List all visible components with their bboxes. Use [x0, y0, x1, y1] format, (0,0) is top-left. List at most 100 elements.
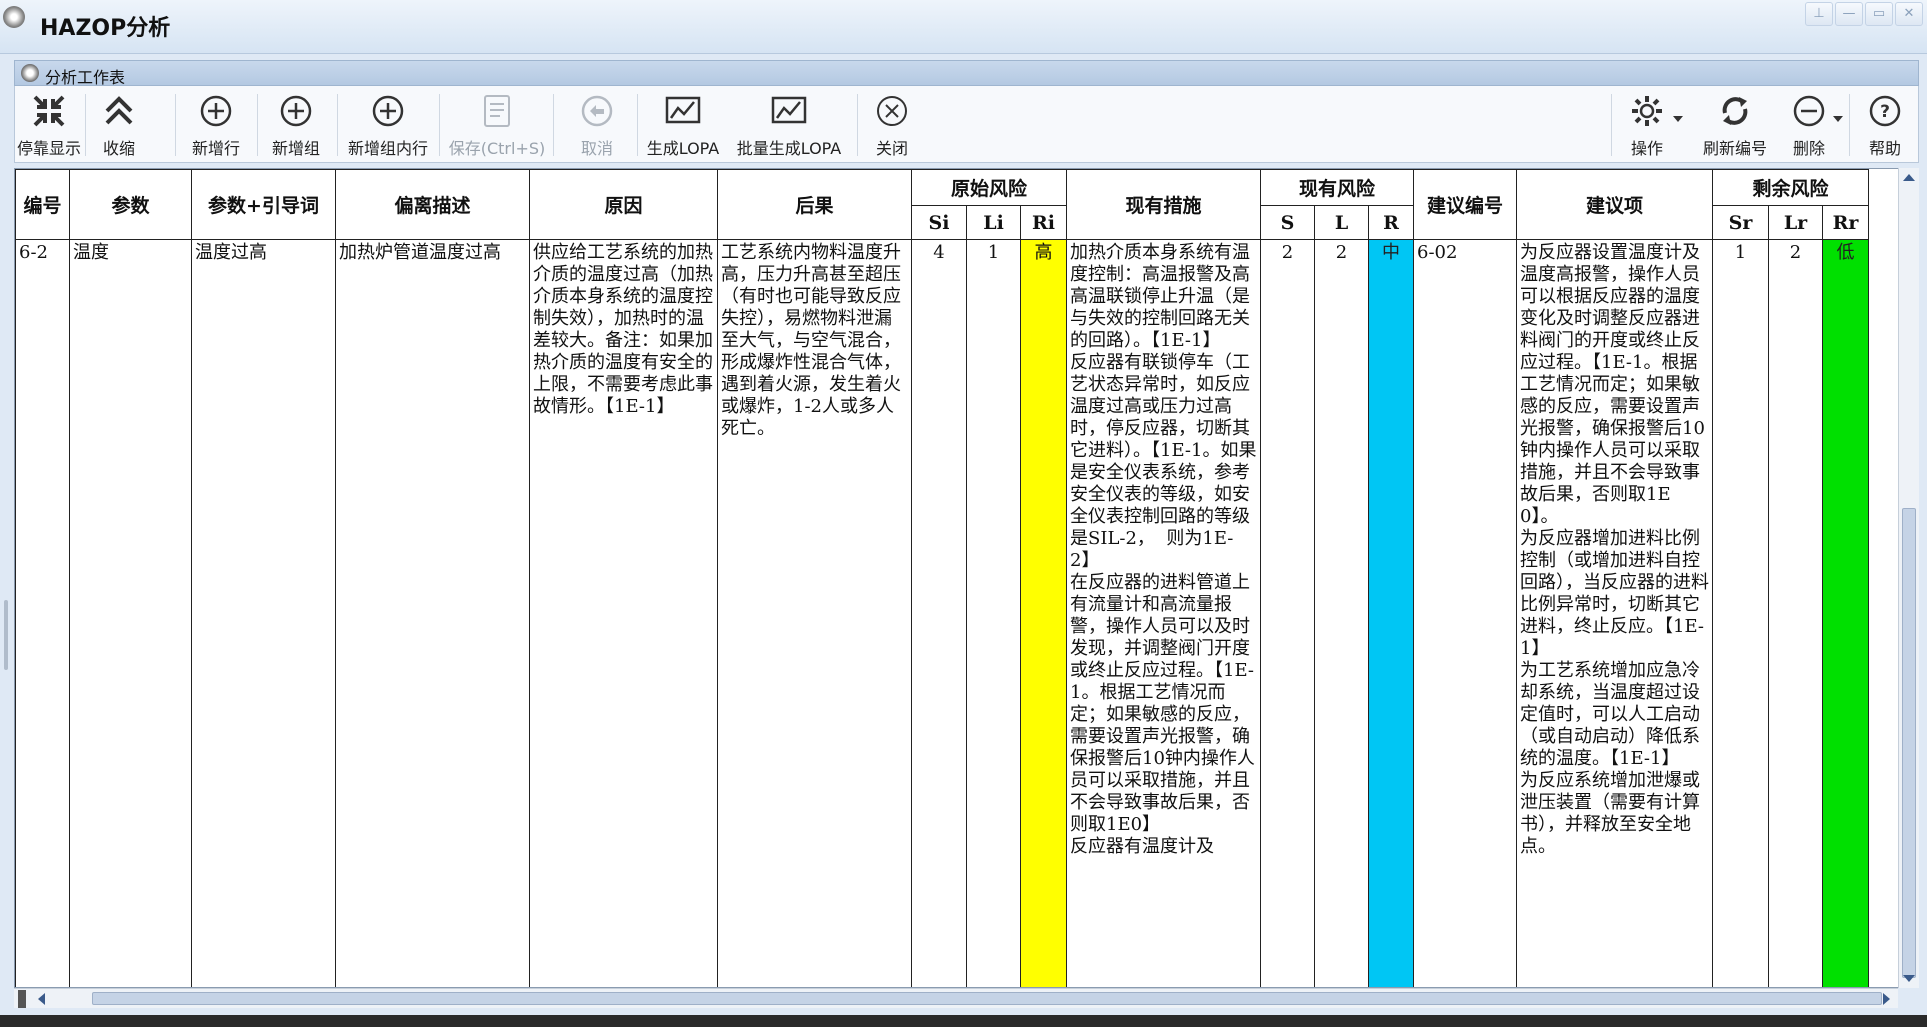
- refresh-number-label: 刷新编号: [1702, 139, 1767, 158]
- col-header-deviation[interactable]: 偏离描述: [335, 169, 530, 240]
- analysis-worksheet-grid: 编号 参数 参数+引导词 偏离描述 原因 后果 原始风险 现有措施 现有风险 建…: [14, 168, 1919, 988]
- save-document-icon: [475, 88, 519, 134]
- generate-lopa-label: 生成LOPA: [646, 139, 720, 158]
- cell-l[interactable]: 2: [1314, 239, 1369, 987]
- line-chart-icon: [767, 88, 811, 134]
- taskbar-strip: [0, 1015, 1927, 1027]
- col-header-filler: [1868, 169, 1897, 240]
- cell-num[interactable]: 6-2: [15, 239, 70, 987]
- collapse-button[interactable]: 收缩: [87, 88, 151, 160]
- cell-s[interactable]: 2: [1260, 239, 1315, 987]
- cell-measures[interactable]: 加热介质本身系统有温度控制：高温报警及高高温联锁停止升温（是与失效的控制回路无关…: [1066, 239, 1261, 987]
- horizontal-scrollbar[interactable]: [14, 988, 1898, 1008]
- splitter-handle[interactable]: [4, 600, 8, 670]
- plus-circle-icon: [366, 88, 410, 134]
- toolbar-separator: [85, 94, 86, 156]
- col-header-lr[interactable]: Lr: [1768, 205, 1823, 240]
- scroll-grip: [18, 990, 26, 1008]
- close-button[interactable]: 关闭: [863, 88, 921, 160]
- toolbar-separator: [857, 94, 858, 156]
- cell-ri-risk-badge[interactable]: 高: [1020, 239, 1067, 987]
- chevron-down-icon[interactable]: [1673, 116, 1683, 122]
- col-header-param[interactable]: 参数: [69, 169, 192, 240]
- cell-li[interactable]: 1: [966, 239, 1021, 987]
- cell-suggestion-num[interactable]: 6-02: [1413, 239, 1517, 987]
- cell-param[interactable]: 温度: [69, 239, 192, 987]
- col-header-measures[interactable]: 现有措施: [1066, 169, 1261, 240]
- add-row-button[interactable]: 新增行: [183, 88, 249, 160]
- delete-label: 删除: [1792, 139, 1825, 158]
- cell-rr-risk-badge[interactable]: 低: [1822, 239, 1869, 987]
- col-header-rr[interactable]: Rr: [1822, 205, 1869, 240]
- toolbar-separator: [1849, 94, 1850, 156]
- col-header-s[interactable]: S: [1260, 205, 1315, 240]
- toolbar-separator: [175, 94, 176, 156]
- cell-cause[interactable]: 供应给工艺系统的加热介质的温度过高（加热介质本身系统的温度控制失效），加热时的温…: [529, 239, 718, 987]
- hazop-table: 编号 参数 参数+引导词 偏离描述 原因 后果 原始风险 现有措施 现有风险 建…: [15, 169, 1897, 988]
- col-header-li[interactable]: Li: [966, 205, 1021, 240]
- cell-consequence[interactable]: 工艺系统内物料温度升高，压力升高甚至超压（有时也可能导致反应失控），易燃物料泄漏…: [717, 239, 912, 987]
- add-row-label: 新增行: [191, 139, 240, 158]
- minimize-button[interactable]: —: [1835, 2, 1863, 26]
- cell-deviation[interactable]: 加热炉管道温度过高: [335, 239, 530, 987]
- help-button[interactable]: ? 帮助: [1855, 88, 1915, 160]
- vertical-scroll-thumb[interactable]: [1902, 508, 1916, 978]
- refresh-number-button[interactable]: 刷新编号: [1691, 88, 1779, 160]
- dock-display-label: 停靠显示: [17, 139, 82, 158]
- operate-label: 操作: [1630, 139, 1663, 158]
- col-header-original-risk[interactable]: 原始风险: [911, 169, 1067, 206]
- batch-generate-lopa-button[interactable]: 批量生成LOPA: [727, 88, 851, 160]
- col-header-num[interactable]: 编号: [15, 169, 70, 240]
- cell-suggestion[interactable]: 为反应器设置温度计及温度高报警，操作人员可以根据反应器的温度变化及时调整反应器进…: [1516, 239, 1713, 987]
- delete-dropdown-button[interactable]: 删除: [1779, 88, 1839, 160]
- scroll-down-arrow-icon[interactable]: [1903, 975, 1915, 982]
- toolbar-separator: [257, 94, 258, 156]
- cell-param-guide[interactable]: 温度过高: [191, 239, 336, 987]
- toolbar-separator: [1611, 94, 1612, 156]
- cell-sr[interactable]: 1: [1712, 239, 1769, 987]
- horizontal-scroll-thumb[interactable]: [92, 992, 1882, 1005]
- refresh-arrows-icon: [1713, 88, 1757, 134]
- operate-dropdown-button[interactable]: 操作: [1615, 88, 1679, 160]
- cell-r-risk-badge[interactable]: 中: [1368, 239, 1414, 987]
- close-label: 关闭: [875, 139, 908, 158]
- cancel-button[interactable]: 取消: [557, 88, 637, 160]
- col-header-current-risk[interactable]: 现有风险: [1260, 169, 1414, 206]
- title-bar: HAZOP分析 ⊥ — ▭ ✕: [0, 0, 1927, 54]
- panel-title: 分析工作表: [45, 68, 126, 87]
- col-header-param-guide[interactable]: 参数+引导词: [191, 169, 336, 240]
- col-header-suggestion[interactable]: 建议项: [1516, 169, 1713, 240]
- col-header-si[interactable]: Si: [911, 205, 967, 240]
- scroll-up-arrow-icon[interactable]: [1903, 174, 1915, 181]
- pin-icon[interactable]: ⊥: [1805, 2, 1833, 26]
- generate-lopa-button[interactable]: 生成LOPA: [641, 88, 725, 160]
- add-group-row-button[interactable]: 新增组内行: [341, 88, 435, 160]
- maximize-button[interactable]: ▭: [1865, 2, 1893, 26]
- col-header-ri[interactable]: Ri: [1020, 205, 1067, 240]
- col-header-r[interactable]: R: [1368, 205, 1414, 240]
- col-header-consequence[interactable]: 后果: [717, 169, 912, 240]
- scroll-left-arrow-icon[interactable]: [38, 993, 45, 1005]
- col-header-l[interactable]: L: [1314, 205, 1369, 240]
- cell-lr[interactable]: 2: [1768, 239, 1823, 987]
- close-window-button[interactable]: ✕: [1895, 2, 1923, 26]
- scroll-right-arrow-icon[interactable]: [1883, 993, 1890, 1005]
- gear-icon: [1625, 88, 1669, 134]
- vertical-scrollbar[interactable]: [1898, 168, 1919, 988]
- cancel-label: 取消: [580, 139, 613, 158]
- dock-display-button[interactable]: 停靠显示: [17, 88, 81, 160]
- col-header-suggestion-num[interactable]: 建议编号: [1413, 169, 1517, 240]
- col-header-cause[interactable]: 原因: [529, 169, 718, 240]
- col-header-residual-risk[interactable]: 剩余风险: [1712, 169, 1869, 206]
- save-button[interactable]: 保存(Ctrl+S): [443, 88, 551, 160]
- plus-circle-icon: [274, 88, 318, 134]
- svg-text:?: ?: [1880, 102, 1890, 122]
- cell-si[interactable]: 4: [911, 239, 967, 987]
- table-row[interactable]: 6-2 温度 温度过高 加热炉管道温度过高 供应给工艺系统的加热介质的温度过高（…: [15, 239, 1897, 988]
- add-group-button[interactable]: 新增组: [263, 88, 329, 160]
- cell-filler: [1869, 240, 1897, 988]
- toolbar-separator: [637, 94, 638, 156]
- col-header-sr[interactable]: Sr: [1712, 205, 1769, 240]
- chevron-down-icon[interactable]: [1833, 116, 1843, 122]
- minus-circle-icon: [1787, 88, 1831, 134]
